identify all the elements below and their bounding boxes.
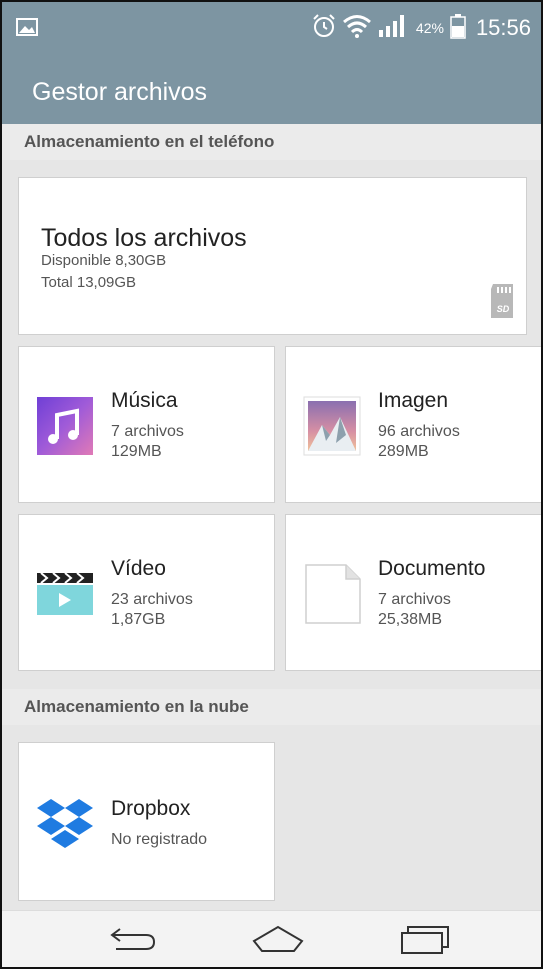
phone-screen: 42% 15:56 Gestor archivos Almacenamiento… xyxy=(0,0,543,969)
svg-text:SD: SD xyxy=(497,304,510,314)
dropbox-status: No registrado xyxy=(111,831,208,848)
video-size: 1,87GB xyxy=(111,611,166,628)
document-count: 7 archivos xyxy=(378,591,451,608)
image-category-card[interactable]: Imagen 96 archivos 289MB xyxy=(285,346,541,503)
document-icon xyxy=(302,563,362,625)
app-title: Gestor archivos xyxy=(32,78,208,106)
video-title: Vídeo xyxy=(111,557,166,580)
battery-icon xyxy=(450,13,466,44)
dropbox-service-card[interactable]: Dropbox No registrado xyxy=(18,742,275,901)
music-size: 129MB xyxy=(111,443,162,460)
all-files-title: Todos los archivos xyxy=(41,224,247,252)
section-header-cloud-storage: Almacenamiento en la nube xyxy=(2,689,541,725)
image-size: 289MB xyxy=(378,443,429,460)
storage-total: Total 13,09GB xyxy=(41,274,137,291)
recent-apps-icon[interactable] xyxy=(396,921,452,957)
section-header-phone-storage: Almacenamiento en el teléfono xyxy=(2,124,541,160)
music-count: 7 archivos xyxy=(111,423,184,440)
document-size: 25,38MB xyxy=(378,611,443,628)
storage-available: Disponible 8,30GB xyxy=(41,252,167,269)
video-category-card[interactable]: Vídeo 23 archivos 1,87GB xyxy=(18,514,275,671)
music-icon xyxy=(35,395,95,457)
video-count: 23 archivos xyxy=(111,591,193,608)
battery-percent: 42% xyxy=(415,20,444,36)
music-title: Música xyxy=(111,389,178,412)
image-notification-icon xyxy=(16,18,38,41)
home-icon[interactable] xyxy=(250,921,306,957)
app-title-bar: Gestor archivos xyxy=(2,54,541,124)
document-title: Documento xyxy=(378,557,486,580)
sd-card-icon: SD xyxy=(490,283,516,324)
signal-icon xyxy=(378,14,408,43)
wifi-icon xyxy=(342,14,372,43)
status-icons: 42% 15:56 xyxy=(312,10,531,46)
alarm-icon xyxy=(312,13,336,44)
video-icon xyxy=(35,563,95,625)
dropbox-icon xyxy=(35,795,95,857)
image-title: Imagen xyxy=(378,389,449,412)
image-icon xyxy=(302,395,362,457)
dropbox-title: Dropbox xyxy=(111,797,191,820)
all-files-card[interactable]: Todos los archivos Disponible 8,30GB Tot… xyxy=(18,177,527,335)
document-category-card[interactable]: Documento 7 archivos 25,38MB xyxy=(285,514,541,671)
music-category-card[interactable]: Música 7 archivos 129MB xyxy=(18,346,275,503)
navigation-bar xyxy=(2,910,541,967)
status-bar: 42% 15:56 xyxy=(2,2,541,54)
clock: 15:56 xyxy=(475,15,531,40)
back-icon[interactable] xyxy=(104,921,160,957)
image-count: 96 archivos xyxy=(378,423,460,440)
